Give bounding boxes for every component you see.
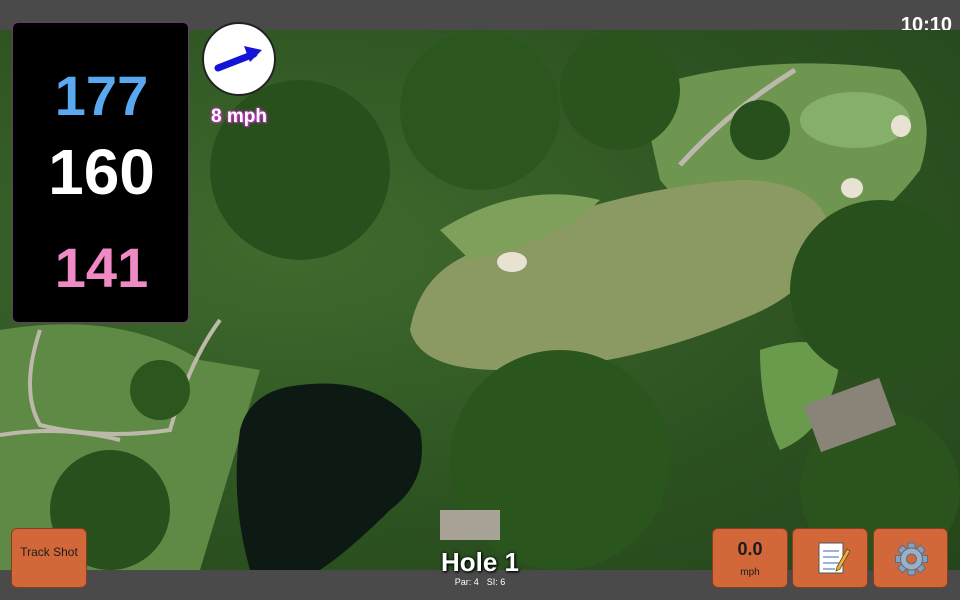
building — [440, 510, 500, 540]
speed-unit: mph — [740, 567, 760, 578]
wind-indicator — [202, 22, 276, 96]
tree-cluster — [730, 100, 790, 160]
speed-button[interactable]: 0.0 mph — [712, 528, 788, 588]
gear-icon — [895, 542, 928, 576]
yardage-panel: 177 160 141 — [12, 22, 189, 323]
front-yardage: 141 — [54, 236, 149, 299]
track-shot-label: Track Shot — [20, 545, 78, 559]
tree-cluster — [560, 30, 680, 150]
back-yardage: 177 — [54, 64, 149, 127]
pond — [236, 383, 422, 570]
notes-button[interactable] — [792, 528, 868, 588]
bunker — [891, 115, 911, 137]
settings-button[interactable] — [873, 528, 948, 588]
center-yardage: 160 — [48, 136, 155, 208]
hole-par: Par: 4 — [454, 577, 479, 587]
speed-value: 0.0 — [737, 539, 763, 559]
hole-title: Hole 1 — [440, 547, 520, 577]
arrow-right-icon — [214, 46, 262, 72]
bunker — [841, 178, 863, 198]
notepad-icon — [818, 542, 851, 574]
hole-info: Par: 4 SI: 6 — [380, 577, 580, 587]
tree-cluster — [130, 360, 190, 420]
hole-stroke-index: SI: 6 — [486, 577, 506, 587]
wind-speed: 8 mph — [211, 106, 267, 127]
bunker — [497, 252, 527, 272]
track-shot-button[interactable]: Track Shot — [11, 528, 87, 588]
fairway — [410, 180, 830, 370]
tree-cluster — [400, 30, 560, 190]
